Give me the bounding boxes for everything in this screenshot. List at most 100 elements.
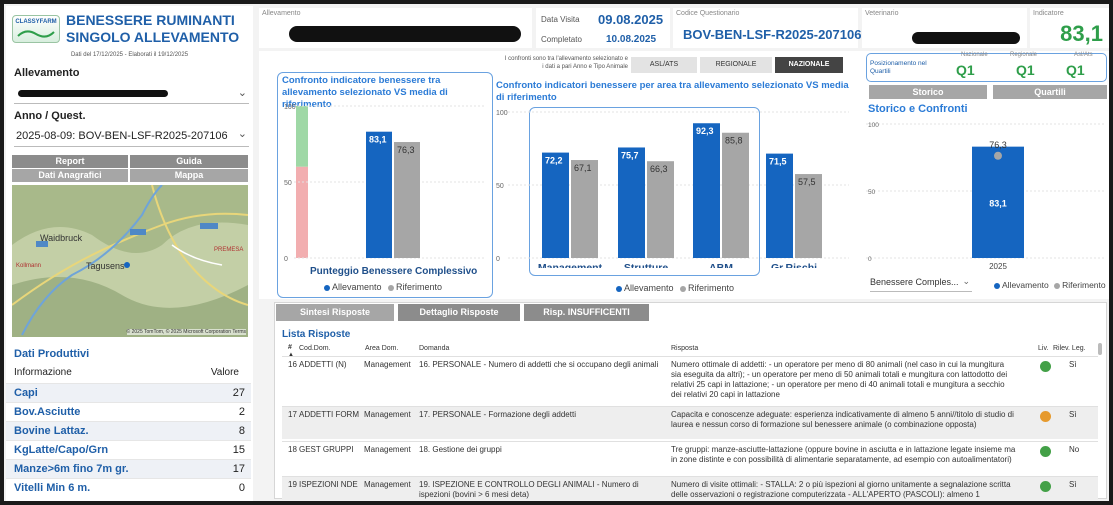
y-tick-label: 0 (284, 256, 288, 263)
row-cod: ADDETTI FORM (299, 410, 359, 419)
codice-info: Codice Questionario BOV-BEN-LSF-R2025-20… (673, 8, 862, 48)
table-row[interactable]: 17 ADDETTI FORM Management 17. PERSONALE - … (282, 406, 1098, 439)
nazionale-button[interactable]: NAZIONALE (775, 57, 843, 73)
chart3-dropdown[interactable]: Benessere Comples... ⌄ (870, 276, 972, 292)
guida-button[interactable]: Guida (130, 155, 248, 168)
row-value: 2 (238, 406, 245, 418)
indicatore-info: Indicatore 83,1 (1030, 8, 1109, 48)
confronti-note-1: I confronti sono tra l'allevamento selez… (504, 56, 628, 62)
legend-riferimento: Riferimento (396, 282, 443, 292)
allevamento-caption: Allevamento (262, 10, 301, 17)
table-row[interactable]: 16 ADDETTI (N) Management 16. PERSONALE - N… (282, 356, 1098, 404)
legend-riferimento: Riferimento (1062, 280, 1106, 290)
allevamento-dropdown[interactable]: ⌄ (14, 86, 249, 104)
col-domanda[interactable]: Domanda (419, 345, 449, 352)
veterinario-redacted (912, 32, 1020, 44)
row-area: Management (364, 410, 411, 419)
category-label: Strutture (624, 262, 668, 268)
row-area: Management (364, 445, 411, 454)
row-label: KgLatte/Capo/Grn (14, 444, 109, 456)
category-label: 2025 (989, 262, 1007, 271)
map-view[interactable]: Waidbruck Tagusens PREMESA Kollmann © 20… (12, 185, 248, 337)
row-rilev: Sì (1069, 410, 1077, 419)
row-area: Management (364, 360, 411, 369)
classyfarm-logo: CLASSYFARM (12, 15, 60, 43)
data-label-riferimento: 76,3 (989, 140, 1007, 150)
col-informazione[interactable]: Informazione (14, 367, 72, 378)
col-num[interactable]: # (288, 344, 292, 351)
quartile-regionale-caption: Regionale (1010, 52, 1038, 58)
visita-info: Data Visita 09.08.2025 Completato 10.08.… (536, 8, 670, 48)
category-label: Management (538, 262, 603, 268)
chart3-dropdown-value: Benessere Comples... (870, 277, 959, 287)
y-tick-label: 50 (284, 180, 292, 187)
confronti-note-2: i dati a pari Anno e Tipo Animale (542, 64, 628, 70)
quartili-label: Posizionamento nel Quartili (870, 60, 927, 75)
scale-band-good (296, 106, 308, 167)
col-valore[interactable]: Valore (211, 367, 239, 378)
bar-riferimento (571, 160, 598, 258)
regionale-button[interactable]: REGIONALE (700, 57, 772, 73)
col-liv[interactable]: Liv. (1038, 345, 1048, 352)
row-cod: ISPEZIONI NDE (299, 480, 358, 489)
allevamento-filter-label: Allevamento (14, 67, 80, 79)
col-cod-dom[interactable]: Cod.Dom. (299, 345, 331, 352)
produttivi-row: Bovine Lattaz. 8 (6, 421, 251, 440)
quartili-button[interactable]: Quartili (993, 85, 1107, 99)
allevamento-name-redacted (289, 26, 521, 42)
row-value: 15 (232, 444, 245, 456)
veterinario-info: Veterinario (862, 8, 1027, 48)
chart1-legend: Allevamento Riferimento (324, 282, 442, 292)
indicatore-value: 83,1 (1060, 21, 1103, 46)
row-cod: GEST GRUPPI (299, 445, 354, 454)
chevron-down-icon: ⌄ (237, 128, 247, 140)
mappa-button[interactable]: Mappa (130, 169, 248, 182)
lista-risposte-title: Lista Risposte (282, 329, 351, 340)
tab-sintesi-risposte[interactable]: Sintesi Risposte (276, 304, 394, 321)
quartile-nazionale-caption: Nazionale (961, 52, 988, 58)
map-attribution: © 2025 TomTom, © 2025 Microsoft Corporat… (126, 329, 246, 335)
produttivi-row: KgLatte/Capo/Grn 15 (6, 440, 251, 459)
produttivi-row: Vitelli Min 6 m. 0 (6, 478, 251, 497)
report-button[interactable]: Report (12, 155, 128, 168)
dati-anagrafici-button[interactable]: Dati Anagrafici (12, 169, 128, 182)
legend-riferimento: Riferimento (688, 283, 735, 293)
codice-value: BOV-BEN-LSF-R2025-207106 (683, 27, 862, 42)
data-visita-label: Data Visita (541, 15, 580, 24)
storico-button[interactable]: Storico (869, 85, 987, 99)
table-row[interactable]: 18 GEST GRUPPI Management 18. Gestione dei … (282, 441, 1098, 474)
col-area-dom[interactable]: Area Dom. (365, 345, 398, 352)
y-tick-label: 0 (868, 256, 872, 263)
map-place-premesa: PREMESA (214, 247, 244, 253)
tab-dettaglio-risposte[interactable]: Dettaglio Risposte (398, 304, 520, 321)
data-label-allevamento: 75,7 (621, 150, 639, 160)
app-title-line1: BENESSERE RUMINANTI (66, 12, 235, 28)
chart2-legend: Allevamento Riferimento (616, 283, 734, 293)
veterinario-caption: Veterinario (865, 10, 899, 17)
codice-caption: Codice Questionario (676, 10, 740, 17)
table-row[interactable]: 19 ISPEZIONI NDE Management 19. ISPEZIONE E… (282, 476, 1098, 500)
produttivi-row: Manze>6m fino 7m gr. 17 (6, 459, 251, 478)
bar-riferimento (394, 142, 420, 258)
livello-indicator (1040, 411, 1051, 422)
chart2-title: Confronto indicatori benessere per area … (496, 80, 849, 103)
data-label-allevamento: 71,5 (769, 157, 787, 167)
col-risposta[interactable]: Risposta (671, 345, 698, 352)
data-note: Dati del 17/12/2025 - Elaborati il 19/12… (70, 52, 189, 58)
y-tick-label: 100 (868, 122, 879, 129)
bar-riferimento (647, 161, 674, 258)
data-label-riferimento: 76,3 (397, 145, 415, 155)
table-scrollbar[interactable] (1098, 343, 1102, 355)
anno-dropdown[interactable]: 2025-08-09: BOV-BEN-LSF-R2025-207106 ⌄ (14, 127, 249, 147)
bar-allevamento (618, 147, 645, 258)
col-rilev-leg[interactable]: Rilev. Leg. (1053, 345, 1086, 352)
tab-risp-insufficenti[interactable]: Risp. INSUFFICENTI (524, 304, 649, 321)
data-label-riferimento: 85,8 (725, 136, 743, 146)
asl-ats-button[interactable]: ASL/ATS (631, 57, 697, 73)
y-tick-label: 50 (868, 189, 876, 196)
chart3-svg: 0 50 100 76,3 83,1 2025 (866, 122, 1104, 271)
row-domanda: 18. Gestione dei gruppi (419, 445, 502, 454)
row-label: Manze>6m fino 7m gr. (14, 463, 129, 475)
logo-text: CLASSYFARM (15, 19, 57, 25)
row-rilev: No (1069, 445, 1080, 454)
